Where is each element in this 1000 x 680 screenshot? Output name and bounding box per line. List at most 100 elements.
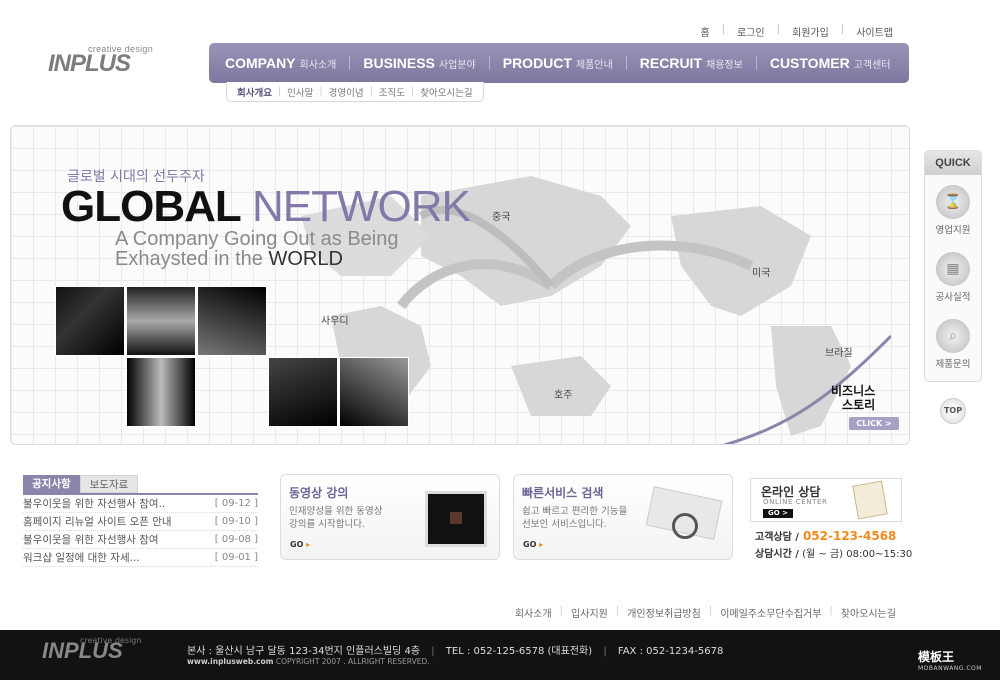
fax-text: FAX : 052-1234-5678 (617, 646, 724, 657)
divider: | (369, 86, 373, 97)
subnav-directions[interactable]: 찾아오시는길 (420, 85, 472, 99)
quick-sales-support[interactable]: ⌛ 영업지원 (925, 185, 981, 236)
divider: | (559, 605, 564, 616)
footer-link-company[interactable]: 회사소개 (515, 605, 552, 620)
bridge-photo (126, 286, 196, 356)
nav-label: RECRUIT (639, 55, 703, 71)
quick-menu: QUICK ⌛ 영업지원 ▦ 공사실적 ⌕ 제품문의 (924, 150, 982, 382)
search-desc-line: 쉽고 빠르고 편리한 기능을 (522, 506, 628, 517)
video-desc-line: 강의를 시작합니다. (289, 519, 365, 530)
watermark-sub: MOBANWANG.COM (918, 665, 982, 672)
nav-label: CUSTOMER (769, 55, 850, 71)
click-button[interactable]: CLICK > (849, 417, 899, 430)
logo-text: INPLUS (48, 50, 131, 77)
notice-date: [ 09-01 ] (214, 552, 258, 563)
video-player-thumbnail (425, 491, 487, 547)
magnifier-icon: ⌕ (936, 319, 970, 353)
footer-link-directions[interactable]: 찾아오시는길 (841, 605, 896, 620)
consult-subtitle: ONLINE CENTER (763, 498, 828, 506)
hours-label: 상담시간 / (755, 549, 799, 560)
divider: | (277, 86, 282, 97)
subnav-philosophy[interactable]: 경영이념 (329, 85, 364, 99)
nav-sublabel: 회사소개 (299, 60, 337, 71)
video-desc-line: 인재양성을 위한 동영상 (289, 506, 383, 517)
footer-logo-tagline: creative design (80, 636, 142, 645)
quick-search-box[interactable]: 빠른서비스 검색 쉽고 빠르고 편리한 기능을 선보인 서비스입니다. GO (513, 474, 733, 560)
notice-title: 워크샵 일정에 대한 자세... (23, 552, 140, 564)
divider (488, 56, 490, 70)
footer-link-email-policy[interactable]: 이메일주소무단수집거부 (720, 605, 821, 620)
city-label-usa: 미국 (752, 268, 771, 279)
divider: | (603, 646, 607, 657)
nav-label: BUSINESS (363, 55, 435, 71)
util-join-link[interactable]: 회원가입 (780, 24, 841, 39)
banner-title-light: NETWORK (252, 182, 471, 231)
banner-subtitle-2: Exhaysted in the WORLD (115, 248, 343, 271)
list-item[interactable]: 불우이웃을 위한 자선행사 참여 [ 09-08 ] (23, 531, 258, 549)
footer-link-apply[interactable]: 입사지원 (571, 605, 608, 620)
nav-sublabel: 제품안내 (575, 60, 613, 71)
list-item[interactable]: 불우이웃을 위한 자선행사 참여.. [ 09-12 ] (23, 495, 258, 513)
calendar-icon: ▦ (936, 252, 970, 286)
city-label-china: 중국 (492, 212, 511, 223)
banner-subtitle-2-prefix: Exhaysted in the (115, 248, 263, 270)
nav-business[interactable]: BUSINESS 사업분야 (363, 55, 475, 71)
tab-notice[interactable]: 공지사항 (23, 475, 80, 493)
banner-subtitle-2-strong: WORLD (268, 248, 343, 270)
divider: | (708, 605, 713, 616)
utility-links: 홈 | 로그인 | 회원가입 | 사이트맵 (688, 24, 905, 39)
notice-tabs: 공지사항 보도자료 (23, 475, 139, 493)
subnav-greeting[interactable]: 인사말 (287, 85, 313, 99)
list-item[interactable]: 홈페이지 리뉴얼 사이트 오픈 안내 [ 09-10 ] (23, 513, 258, 531)
banner-title: GLOBAL NETWORK (61, 182, 471, 232)
watermark: 模板王 MOBANWANG.COM (918, 648, 982, 672)
video-lecture-box[interactable]: 동영상 강의 인재양성을 위한 동영상강의를 시작합니다. GO (280, 474, 500, 560)
top-button[interactable]: TOP (940, 398, 966, 424)
subnav-overview[interactable]: 회사개요 (237, 85, 272, 99)
consult-go-button[interactable]: GO > (763, 509, 793, 518)
site-logo[interactable]: creative design INPLUS (48, 40, 163, 80)
video-title: 동영상 강의 (289, 486, 349, 500)
nav-product[interactable]: PRODUCT 제품안내 (503, 55, 613, 71)
nav-sublabel: 채용정보 (706, 60, 743, 71)
bridge-photo (55, 286, 125, 356)
divider: | (431, 646, 435, 657)
consult-phone: 고객상담 /052-123-4568 (755, 528, 896, 543)
list-item[interactable]: 워크샵 일정에 대한 자세... [ 09-01 ] (23, 549, 258, 567)
nav-sublabel: 사업분야 (438, 60, 476, 71)
util-home-link[interactable]: 홈 (688, 24, 721, 39)
quick-title: QUICK (925, 151, 981, 175)
business-story: 비즈니스 스토리 (831, 384, 875, 412)
document-pen-icon (852, 480, 888, 520)
subnav-organization[interactable]: 조직도 (379, 85, 405, 99)
consult-hours: 상담시간 / (월 ~ 금) 08:00~15:30 (755, 545, 912, 560)
bridge-photo (339, 357, 409, 427)
footer-links: 회사소개 | 입사지원 | 개인정보취급방침 | 이메일주소무단수집거부 | 찾아오시는… (515, 605, 896, 620)
tab-press[interactable]: 보도자료 (79, 475, 139, 493)
nav-label: PRODUCT (502, 55, 572, 71)
notice-title: 불우이웃을 위한 자선행사 참여.. (23, 498, 166, 510)
nav-recruit[interactable]: RECRUIT 채용정보 (640, 55, 743, 71)
online-consult-box[interactable]: 온라인 상담 ONLINE CENTER GO > (750, 478, 902, 522)
divider (755, 56, 757, 70)
divider: | (411, 86, 415, 97)
util-login-link[interactable]: 로그인 (725, 24, 777, 39)
divider (349, 56, 351, 70)
phone-number: 052-123-4568 (802, 529, 897, 543)
city-label-brazil: 브라질 (825, 348, 853, 359)
bridge-photo (268, 357, 338, 427)
nav-customer[interactable]: CUSTOMER 고객센터 (770, 55, 891, 71)
nav-sublabel: 고객센터 (853, 60, 891, 71)
quick-construction-record[interactable]: ▦ 공사실적 (925, 252, 981, 303)
quick-label: 공사실적 (935, 292, 971, 303)
quick-product-inquiry[interactable]: ⌕ 제품문의 (925, 319, 981, 370)
footer-link-privacy[interactable]: 개인정보취급방침 (627, 605, 701, 620)
nav-company[interactable]: COMPANY 회사소개 (225, 55, 336, 71)
video-go-link[interactable]: GO (290, 540, 310, 549)
divider: | (615, 605, 620, 616)
notice-date: [ 09-12 ] (214, 498, 258, 509)
quick-label: 영업지원 (935, 225, 971, 236)
util-sitemap-link[interactable]: 사이트맵 (844, 24, 905, 39)
business-story-line: 스토리 (842, 398, 876, 412)
search-go-link[interactable]: GO (523, 540, 543, 549)
